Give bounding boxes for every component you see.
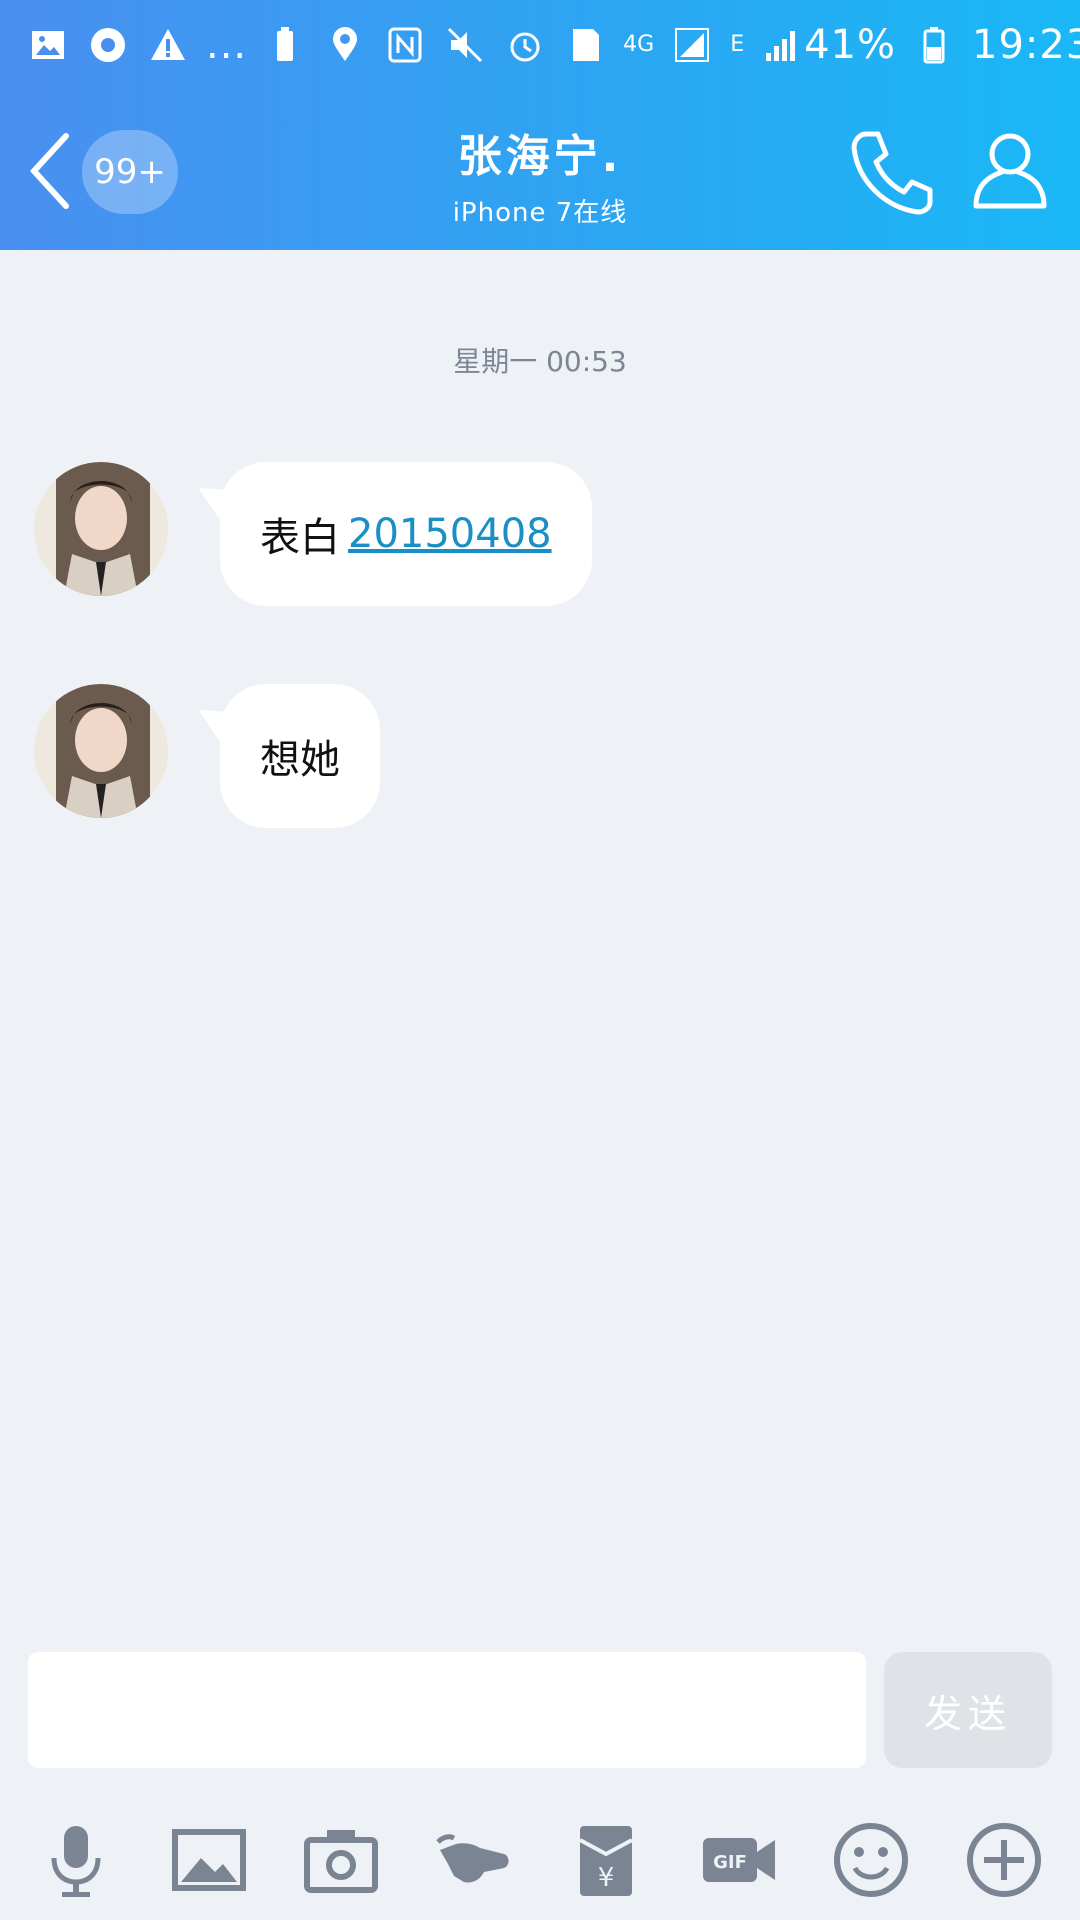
mute-icon <box>443 23 487 67</box>
svg-text:GIF: GIF <box>713 1852 747 1873</box>
user-icon <box>973 133 1047 209</box>
more-button[interactable] <box>959 1815 1049 1905</box>
composer: 发送 <box>0 1650 1080 1780</box>
date-link[interactable]: 20150408 <box>348 511 552 557</box>
image-button[interactable] <box>164 1815 254 1905</box>
network-type: 4G <box>623 32 655 57</box>
chat-history[interactable]: 星期一 00:53 表白 20150408 想她 <box>0 250 1080 1650</box>
svg-text:¥: ¥ <box>598 1863 615 1893</box>
status-right: 41% 19:23 <box>804 22 1080 68</box>
send-button[interactable]: 发送 <box>884 1652 1052 1768</box>
status-left: ... 4G E <box>26 22 804 68</box>
chat-nav: 99+ 张海宁. iPhone 7在线 <box>0 90 1080 250</box>
battery-saver-icon <box>263 23 307 67</box>
chevron-left-icon <box>29 133 69 209</box>
battery-percent: 41% <box>804 22 897 68</box>
avatar[interactable] <box>34 462 168 596</box>
edge-label: E <box>730 32 745 57</box>
phone-icon <box>851 131 933 215</box>
poke-icon <box>435 1834 509 1883</box>
message-bubble[interactable]: 表白 20150408 <box>220 462 592 606</box>
red-packet-button[interactable]: ¥ <box>561 1815 651 1905</box>
more-notifications: ... <box>206 22 248 68</box>
gif-icon: GIF <box>702 1838 775 1882</box>
online-status: iPhone 7在线 <box>452 198 628 228</box>
profile-button[interactable] <box>960 120 1060 220</box>
contact-name: 张海宁. <box>457 131 623 182</box>
header-bar: ... 4G E 41% 19:23 99+ 张海宁. iPhone 7在线 <box>0 0 1080 250</box>
sim-icon <box>563 23 607 67</box>
back-button[interactable] <box>18 126 88 216</box>
gallery-icon <box>26 23 70 67</box>
camera-icon <box>304 1830 379 1893</box>
emoji-icon <box>834 1823 909 1897</box>
input-toolbar: ¥ GIF <box>0 1800 1080 1920</box>
message-row: 表白 20150408 <box>0 462 1080 606</box>
poke-button[interactable] <box>429 1815 519 1905</box>
microphone-icon <box>51 1826 101 1897</box>
message-bubble[interactable]: 想她 <box>220 684 380 828</box>
clock: 19:23 <box>972 22 1080 68</box>
call-button[interactable] <box>840 120 940 220</box>
chat-timestamp: 星期一 00:53 <box>453 345 627 378</box>
contact-photo <box>34 462 168 596</box>
message-text: 想她 <box>260 737 340 783</box>
nfc-icon <box>383 23 427 67</box>
gif-button[interactable]: GIF <box>694 1815 784 1905</box>
message-text: 表白 <box>260 515 340 561</box>
unread-badge[interactable]: 99+ <box>82 130 178 214</box>
message-input[interactable] <box>28 1652 866 1768</box>
plus-icon <box>966 1823 1041 1897</box>
signal-icon <box>670 23 714 67</box>
emoji-button[interactable] <box>826 1815 916 1905</box>
red-packet-icon: ¥ <box>579 1826 634 1896</box>
warning-icon <box>146 23 190 67</box>
qq-music-icon <box>86 23 130 67</box>
status-bar: ... 4G E 41% 19:23 <box>0 0 1080 90</box>
contact-photo <box>34 684 168 818</box>
alarm-icon <box>503 23 547 67</box>
message-row: 想她 <box>0 684 1080 828</box>
avatar[interactable] <box>34 684 168 818</box>
signal-strength-icon <box>760 23 804 67</box>
title-block: 张海宁. iPhone 7在线 <box>340 120 740 229</box>
image-icon <box>171 1829 246 1891</box>
camera-button[interactable] <box>296 1815 386 1905</box>
location-icon <box>323 23 367 67</box>
voice-button[interactable] <box>31 1815 121 1905</box>
battery-icon <box>912 23 956 67</box>
